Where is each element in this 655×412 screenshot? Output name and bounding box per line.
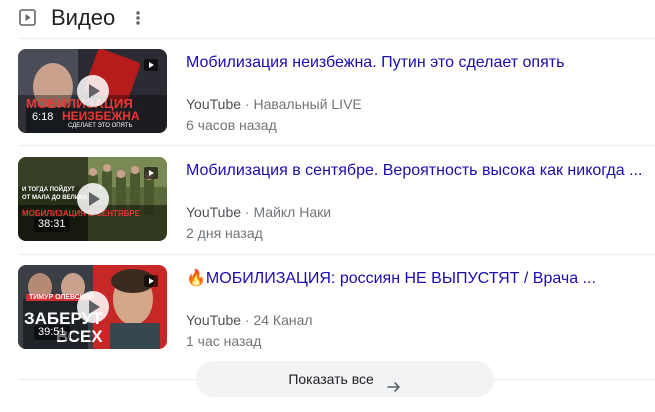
section-title: Видео [51,5,116,30]
more-vert-icon[interactable] [130,9,146,27]
video-channel: Навальный LIVE [253,96,362,112]
video-title-link[interactable]: 🔥МОБИЛИЗАЦИЯ: россиян НЕ ВЫПУСТЯТ / Врач… [186,269,651,289]
video-channel: Майкл Наки [253,204,332,220]
play-icon[interactable] [76,290,110,324]
video-thumbnail[interactable]: МОБИЛИЗАЦИЯ В СЕНТЯБРЕ И ТОГДА ПОЙДУТ ОТ… [18,157,167,241]
video-time: 6 часов назад [186,117,277,133]
video-section-header: Видео [0,0,655,38]
video-title-link[interactable]: Мобилизация неизбежна. Путин это сделает… [186,53,651,73]
video-meta: YouTube · Навальный LIVE [186,96,362,112]
video-clip-icon [143,165,161,181]
play-icon[interactable] [76,182,110,216]
divider [18,145,655,146]
video-source: YouTube [186,204,242,220]
thumbnail-caption: НЕИЗБЕЖНА [62,109,140,123]
video-result[interactable]: МОБИЛИЗАЦИЯ В СЕНТЯБРЕ И ТОГДА ПОЙДУТ ОТ… [18,157,655,243]
video-time: 2 дня назад [186,225,263,241]
video-result[interactable]: МОБИЛИЗАЦИЯ НЕИЗБЕЖНА СДЕЛАЕТ ЭТО ОПЯТЬ … [18,49,655,135]
play-icon[interactable] [76,74,110,108]
video-meta: YouTube · 24 Канал [186,312,313,328]
video-duration: 6:18 [32,111,54,123]
video-thumbnail[interactable]: МОБИЛИЗАЦИЯ НЕИЗБЕЖНА СДЕЛАЕТ ЭТО ОПЯТЬ … [18,49,167,133]
thumbnail-caption: СДЕЛАЕТ ЭТО ОПЯТЬ [68,123,133,129]
video-channel: 24 Канал [253,312,313,328]
video-clip-icon [143,273,161,289]
video-time: 1 час назад [186,333,262,349]
divider [18,254,655,255]
video-title-link[interactable]: Мобилизация в сентябре. Вероятность высо… [186,161,651,181]
video-duration: 39:51 [34,325,70,340]
play-square-icon [19,9,36,26]
divider [18,38,655,39]
video-source: YouTube [186,312,242,328]
arrow-right-icon [386,372,402,393]
video-result[interactable]: ТИМУР ОЛЕВСКИЙ ЗАБЕРУТ ВСЕХ 39:51 🔥МОБИЛ… [18,265,655,351]
video-meta: YouTube · Майкл Наки [186,204,332,220]
show-all-button[interactable]: Показать все [196,361,494,397]
video-thumbnail[interactable]: ТИМУР ОЛЕВСКИЙ ЗАБЕРУТ ВСЕХ 39:51 [18,265,167,349]
video-source: YouTube [186,96,242,112]
video-clip-icon [143,57,161,73]
show-all-label: Показать все [288,371,374,387]
video-duration: 38:31 [34,217,70,232]
thumbnail-caption: И ТОГДА ПОЙДУТ [22,187,75,193]
